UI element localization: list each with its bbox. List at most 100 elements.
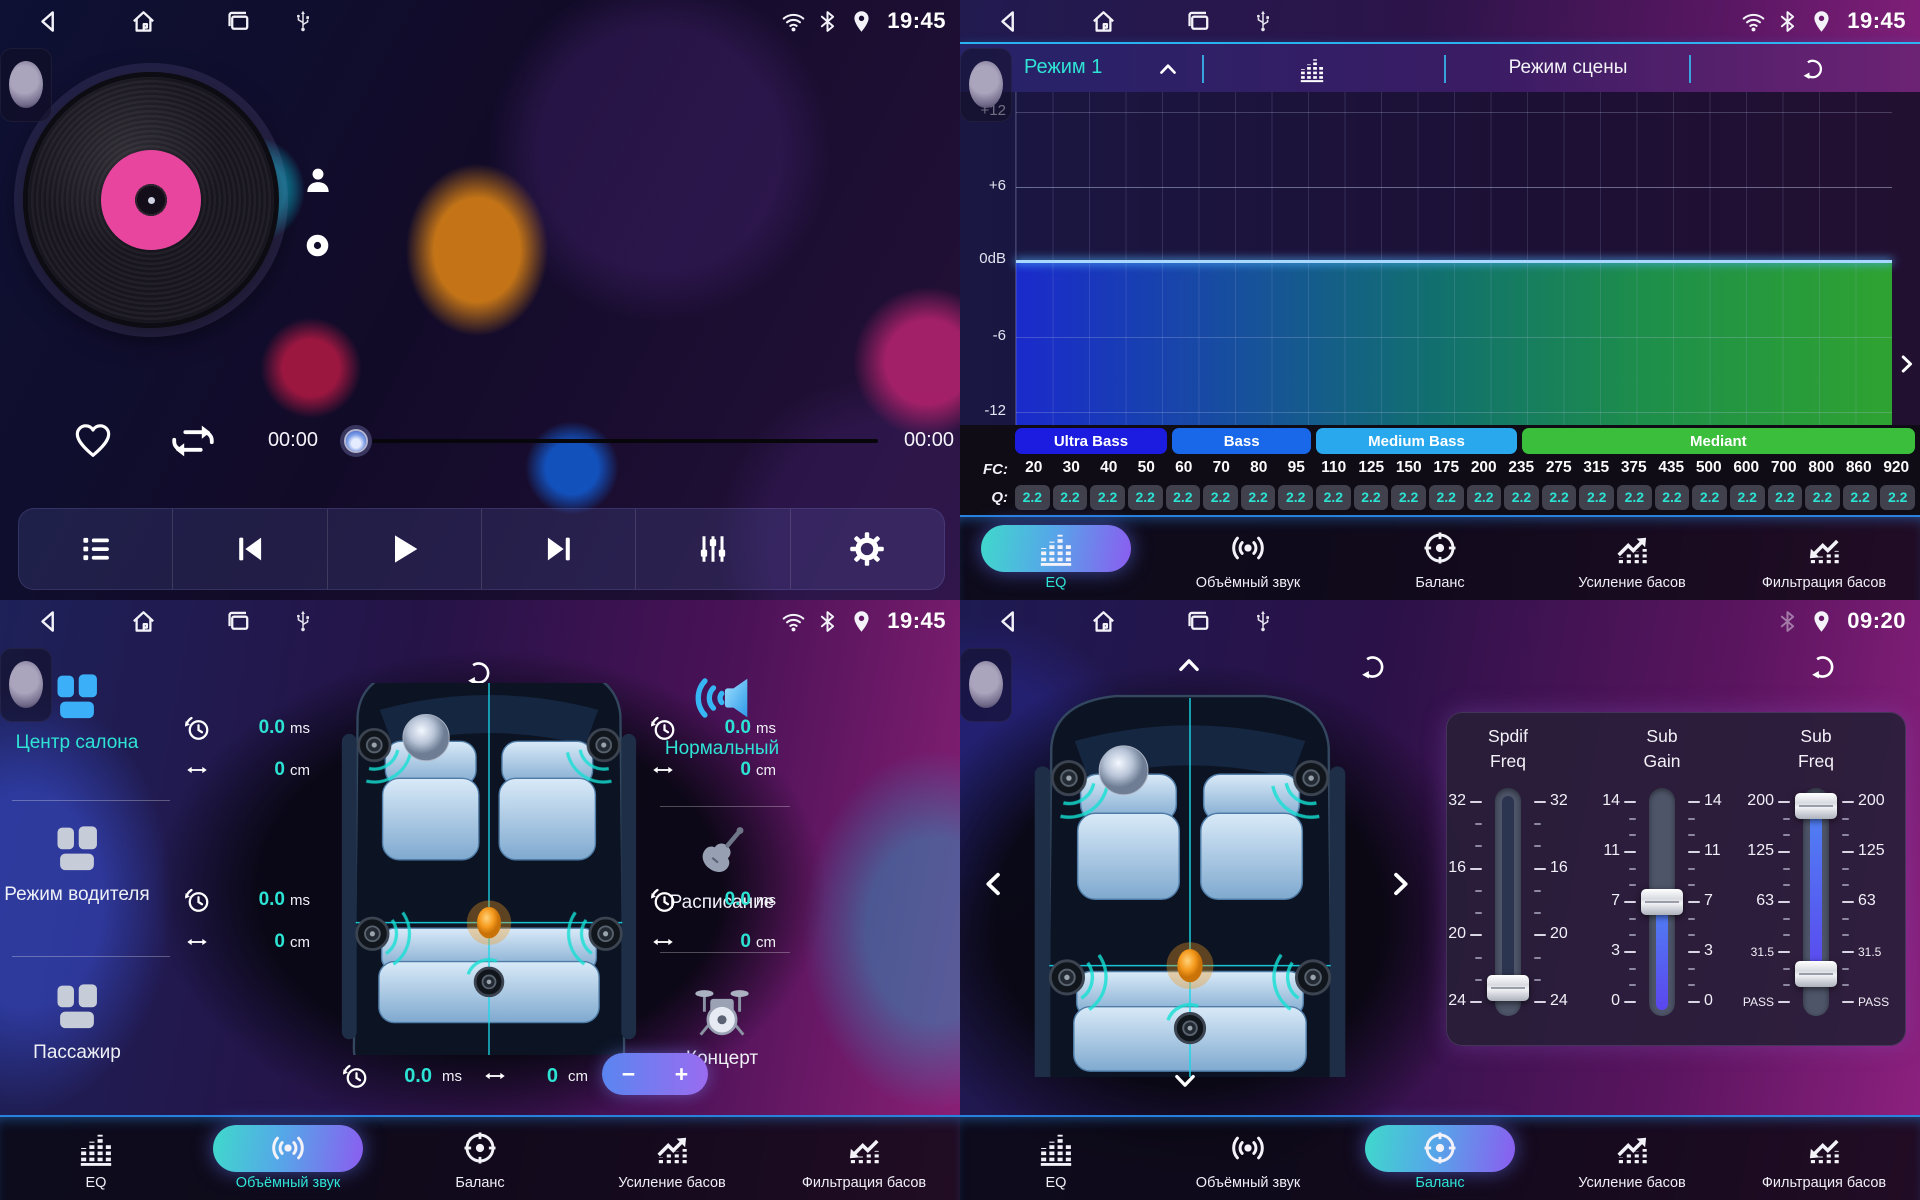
recent-apps-icon[interactable] <box>224 607 253 636</box>
audio-effects-button[interactable] <box>635 509 789 589</box>
recent-apps-icon[interactable] <box>224 7 253 36</box>
slider-handle[interactable] <box>1487 975 1529 1001</box>
chevron-down-icon[interactable] <box>1166 1066 1204 1096</box>
back-icon[interactable] <box>994 607 1023 636</box>
home-icon[interactable] <box>1089 7 1118 36</box>
q-factor-value[interactable]: 2.2 <box>1805 485 1840 510</box>
q-factor-value[interactable]: 2.2 <box>1843 485 1878 510</box>
delay-clock-icon[interactable] <box>182 885 212 915</box>
floating-widget-handle[interactable] <box>0 648 52 722</box>
q-factor-value[interactable]: 2.2 <box>1504 485 1539 510</box>
delay-clock-icon[interactable] <box>340 1061 370 1091</box>
previous-track-button[interactable] <box>172 509 326 589</box>
nav-item-2[interactable]: Объёмный звук <box>1152 1117 1344 1200</box>
home-icon[interactable] <box>129 7 158 36</box>
reset-icon[interactable] <box>1808 652 1838 682</box>
home-icon[interactable] <box>1089 607 1118 636</box>
eq-bars-icon[interactable] <box>1298 55 1326 83</box>
q-factor-value[interactable]: 2.2 <box>1542 485 1577 510</box>
album-disc-icon[interactable] <box>304 232 331 259</box>
play-button[interactable] <box>327 509 481 589</box>
nav-item-3[interactable]: Баланс <box>384 1117 576 1200</box>
delay-clock-icon[interactable] <box>182 713 212 743</box>
repeat-icon[interactable] <box>170 418 216 464</box>
q-factor-value[interactable]: 2.2 <box>1316 485 1351 510</box>
back-icon[interactable] <box>34 607 63 636</box>
q-factor-value[interactable]: 2.2 <box>1768 485 1803 510</box>
q-factor-value[interactable]: 2.2 <box>1203 485 1238 510</box>
chevron-up-icon[interactable] <box>1156 57 1180 81</box>
delay-clock-icon[interactable] <box>648 713 678 743</box>
position-preset-3[interactable]: Пассажир <box>0 980 157 1066</box>
distance-arrow-icon[interactable] <box>648 931 678 953</box>
distance-arrow-icon[interactable] <box>182 931 212 953</box>
scene-mode-button[interactable]: Режим сцены <box>1448 57 1688 79</box>
distance-arrow-icon[interactable] <box>648 759 678 781</box>
back-icon[interactable] <box>994 7 1023 36</box>
q-factor-value[interactable]: 2.2 <box>1692 485 1727 510</box>
q-factor-value[interactable]: 2.2 <box>1880 485 1915 510</box>
progress-thumb[interactable] <box>340 425 372 457</box>
nav-item-5[interactable]: Фильтрация басов <box>768 1117 960 1200</box>
q-factor-value[interactable]: 2.2 <box>1166 485 1201 510</box>
nav-item-5[interactable]: Фильтрация басов <box>1728 517 1920 600</box>
band-pill[interactable]: Mediant <box>1522 428 1915 454</box>
artist-icon[interactable] <box>302 164 334 196</box>
nav-item-4[interactable]: Усиление басов <box>1536 1117 1728 1200</box>
q-factor-value[interactable]: 2.2 <box>1467 485 1502 510</box>
nav-item-2[interactable]: Объёмный звук <box>1152 517 1344 600</box>
eq-plot-area[interactable] <box>1015 92 1892 425</box>
recent-apps-icon[interactable] <box>1184 7 1213 36</box>
nav-item-2[interactable]: Объёмный звук <box>192 1117 384 1200</box>
settings-button[interactable] <box>790 509 944 589</box>
q-factor-value[interactable]: 2.2 <box>1391 485 1426 510</box>
floating-widget-handle[interactable] <box>960 648 1012 722</box>
chevron-up-icon[interactable] <box>1170 650 1208 680</box>
nav-item-1[interactable]: EQ <box>960 1117 1152 1200</box>
floating-widget-handle[interactable] <box>960 48 1012 122</box>
q-factor-value[interactable]: 2.2 <box>1655 485 1690 510</box>
nav-item-4[interactable]: Усиление басов <box>576 1117 768 1200</box>
next-track-button[interactable] <box>481 509 635 589</box>
distance-arrow-icon[interactable] <box>182 759 212 781</box>
delay-clock-icon[interactable] <box>648 885 678 915</box>
nav-item-5[interactable]: Фильтрация басов <box>1728 1117 1920 1200</box>
q-factor-value[interactable]: 2.2 <box>1015 485 1050 510</box>
playlist-button[interactable] <box>19 509 172 589</box>
q-factor-value[interactable]: 2.2 <box>1241 485 1276 510</box>
nav-item-4[interactable]: Усиление басов <box>1536 517 1728 600</box>
back-icon[interactable] <box>34 7 63 36</box>
chevron-right-icon[interactable] <box>1894 344 1920 384</box>
band-pill[interactable]: Ultra Bass <box>1015 428 1167 454</box>
slider-handle[interactable] <box>1641 889 1683 915</box>
q-factor-value[interactable]: 2.2 <box>1354 485 1389 510</box>
q-factor-value[interactable]: 2.2 <box>1053 485 1088 510</box>
slider-handle[interactable] <box>1795 961 1837 987</box>
favorite-heart-icon[interactable] <box>73 421 113 461</box>
minus-button[interactable]: − <box>602 1053 655 1095</box>
q-factor-value[interactable]: 2.2 <box>1278 485 1313 510</box>
reset-icon[interactable] <box>1800 56 1826 82</box>
position-preset-2[interactable]: Режим водителя <box>0 822 157 908</box>
chevron-left-icon[interactable] <box>976 862 1010 906</box>
band-pill[interactable]: Bass <box>1172 428 1311 454</box>
nav-item-3[interactable]: Баланс <box>1344 517 1536 600</box>
distance-arrow-icon[interactable] <box>480 1065 510 1087</box>
slider-handle[interactable] <box>1795 793 1837 819</box>
chevron-right-icon[interactable] <box>1384 862 1418 906</box>
q-factor-value[interactable]: 2.2 <box>1617 485 1652 510</box>
q-factor-value[interactable]: 2.2 <box>1730 485 1765 510</box>
car-interior-top-view[interactable] <box>317 683 661 1055</box>
q-factor-value[interactable]: 2.2 <box>1429 485 1464 510</box>
home-icon[interactable] <box>129 607 158 636</box>
band-pill[interactable]: Medium Bass <box>1316 428 1516 454</box>
reset-icon[interactable] <box>1358 652 1388 682</box>
nav-item-1[interactable]: EQ <box>0 1117 192 1200</box>
plus-button[interactable]: + <box>655 1053 708 1095</box>
q-factor-value[interactable]: 2.2 <box>1128 485 1163 510</box>
nav-item-1[interactable]: EQ <box>960 517 1152 600</box>
car-interior-top-view[interactable] <box>1018 682 1362 1077</box>
floating-widget-handle[interactable] <box>0 48 52 122</box>
nav-item-3[interactable]: Баланс <box>1344 1117 1536 1200</box>
q-factor-value[interactable]: 2.2 <box>1090 485 1125 510</box>
